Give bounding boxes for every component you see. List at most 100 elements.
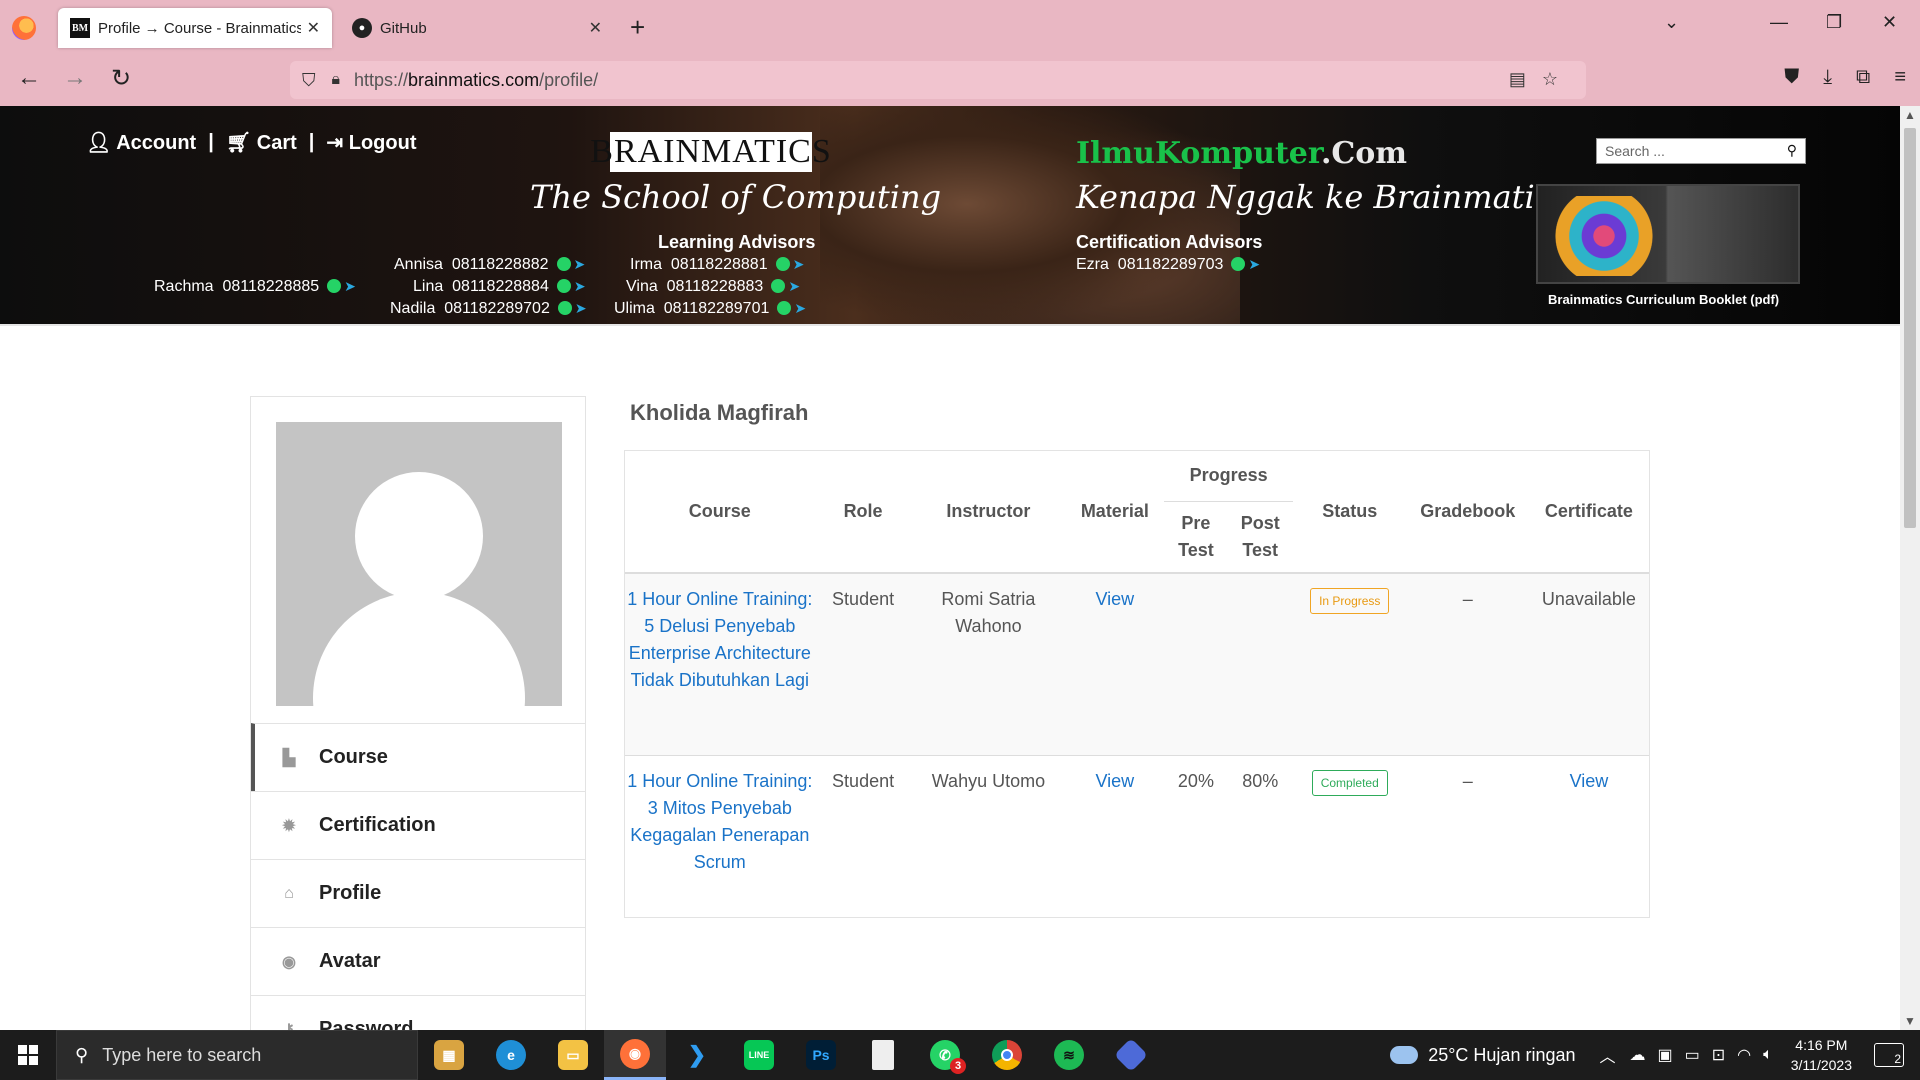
- header-gradebook: Gradebook: [1420, 501, 1516, 521]
- address-bar[interactable]: ⛉ 🔒︎ https://brainmatics.com/profile/ ▤☆: [290, 61, 1586, 99]
- document-icon[interactable]: [852, 1030, 914, 1080]
- reader-bookmark-icons[interactable]: ▤☆: [1509, 69, 1574, 90]
- task-view-icon[interactable]: ▦: [418, 1030, 480, 1080]
- whatsapp-icon: [1231, 257, 1246, 271]
- extensions-icon[interactable]: ⧉: [1856, 66, 1870, 89]
- whatsapp-icon: [771, 279, 786, 293]
- firefox-icon[interactable]: [12, 16, 36, 40]
- whatsapp-icon: [556, 279, 571, 293]
- line-icon[interactable]: LINE: [728, 1030, 790, 1080]
- vscode-icon[interactable]: ❯: [666, 1030, 728, 1080]
- book-icon: ▙: [282, 749, 296, 767]
- minimize-icon[interactable]: —: [1770, 12, 1788, 33]
- sidebar-item-course[interactable]: ▙ Course: [251, 723, 585, 791]
- advisor-ulima[interactable]: Ulima 081182289701 ➤: [614, 300, 806, 318]
- menu-icon[interactable]: ≡: [1894, 66, 1906, 89]
- scroll-up-icon[interactable]: ▲: [1904, 108, 1916, 122]
- tray-chevron-icon[interactable]: ︿: [1600, 1043, 1616, 1067]
- advisor-lina[interactable]: Lina 08118228884 ➤: [413, 278, 586, 296]
- whatsapp-badge: 3: [950, 1058, 966, 1074]
- cart-link[interactable]: 🛒︎ Cart: [226, 130, 297, 155]
- telegram-icon: ➤: [792, 256, 805, 272]
- app-launcher-icon[interactable]: [1100, 1030, 1162, 1080]
- sidebar-item-certification[interactable]: ✹ Certification: [251, 791, 585, 859]
- sidebar-item-password[interactable]: ⚷ Password: [251, 995, 585, 1030]
- forward-icon[interactable]: →: [60, 64, 90, 92]
- browser-chrome: BM Profile → Course - Brainmatics ✕ ● Gi…: [0, 0, 1920, 106]
- booklet-label[interactable]: Brainmatics Curriculum Booklet (pdf): [1548, 292, 1779, 307]
- curriculum-booklet-image[interactable]: [1536, 184, 1800, 284]
- restore-icon[interactable]: ❐: [1826, 12, 1842, 33]
- close-window-icon[interactable]: ✕: [1882, 12, 1897, 33]
- reload-icon[interactable]: ↻: [106, 64, 136, 93]
- course-link[interactable]: 1 Hour Online Training: 3 Mitos Penyebab…: [627, 771, 812, 872]
- sidebar-item-profile[interactable]: ⌂ Profile: [251, 859, 585, 927]
- edge-icon[interactable]: e: [480, 1030, 542, 1080]
- close-tab-icon[interactable]: ✕: [589, 18, 602, 38]
- whatsapp-icon: [557, 301, 572, 315]
- whatsapp-taskbar-icon[interactable]: ✆ 3: [914, 1030, 976, 1080]
- spotify-icon[interactable]: ≋: [1038, 1030, 1100, 1080]
- camera-icon[interactable]: ▣: [1658, 1045, 1673, 1065]
- telegram-icon: ➤: [794, 300, 807, 316]
- tab-profile-course[interactable]: BM Profile → Course - Brainmatics ✕: [58, 8, 332, 48]
- back-icon[interactable]: ←: [14, 64, 44, 92]
- url-text[interactable]: https://brainmatics.com/profile/: [354, 70, 598, 91]
- wifi-icon[interactable]: ◠: [1737, 1045, 1751, 1065]
- advisor-ezra[interactable]: Ezra 081182289703 ➤: [1076, 256, 1260, 274]
- tracking-shield-icon[interactable]: ⛉: [302, 70, 316, 91]
- volume-icon[interactable]: 🔈︎: [1763, 1046, 1773, 1064]
- instructor-cell: Romi Satria Wahono: [941, 589, 1036, 636]
- ilmukomputer-logo[interactable]: IlmuKomputer.Com: [1076, 136, 1407, 171]
- chrome-icon[interactable]: [976, 1030, 1038, 1080]
- logout-link[interactable]: ⇥ Logout: [326, 130, 416, 155]
- advisor-rachma[interactable]: Rachma 08118228885 ➤: [154, 278, 356, 296]
- profile-sidebar: ▙ Course ✹ Certification ⌂ Profile ◉ Avatar …: [250, 396, 586, 1030]
- advisor-annisa[interactable]: Annisa 08118228882 ➤: [394, 256, 585, 274]
- advisor-nadila[interactable]: Nadila 081182289702 ➤: [390, 300, 587, 318]
- weather-widget[interactable]: 25°C Hujan ringan: [1390, 1045, 1576, 1066]
- photoshop-icon[interactable]: Ps: [790, 1030, 852, 1080]
- lock-icon[interactable]: 🔒︎: [332, 71, 341, 89]
- display-icon[interactable]: ⊡: [1712, 1045, 1725, 1065]
- close-tab-icon[interactable]: ✕: [307, 18, 320, 38]
- battery-icon[interactable]: ▭: [1685, 1045, 1700, 1065]
- account-link[interactable]: 👤︎ Account: [86, 130, 196, 155]
- onedrive-icon[interactable]: ☁: [1630, 1045, 1646, 1065]
- advisor-irma[interactable]: Irma 08118228881 ➤: [630, 256, 804, 274]
- notification-icon[interactable]: 2: [1874, 1043, 1904, 1067]
- pocket-icon[interactable]: ⛊: [1784, 66, 1799, 89]
- brainmatics-logo[interactable]: BRAINMATICS: [590, 132, 831, 172]
- clock[interactable]: 4:16 PM 3/11/2023: [1791, 1035, 1852, 1075]
- page-scrollbar[interactable]: ▲ ▼: [1900, 106, 1920, 1030]
- cloud-rain-icon: [1390, 1046, 1419, 1064]
- advisor-vina[interactable]: Vina 08118228883 ➤: [626, 278, 800, 296]
- taskbar-search-input[interactable]: ⚲ Type here to search: [56, 1030, 418, 1080]
- scroll-down-icon[interactable]: ▼: [1904, 1014, 1916, 1028]
- download-icon[interactable]: ⤓: [1823, 66, 1832, 89]
- list-tabs-chevron-icon[interactable]: ⌄: [1664, 12, 1679, 33]
- whatsapp-icon: [556, 257, 571, 271]
- nav-separator: |: [308, 131, 315, 153]
- tab-title: GitHub: [380, 19, 427, 37]
- search-icon[interactable]: ⚲: [1787, 142, 1797, 159]
- new-tab-icon[interactable]: +: [630, 12, 645, 43]
- instructor-cell: Wahyu Utomo: [931, 770, 1046, 791]
- tab-title: Profile → Course - Brainmatics: [98, 19, 301, 37]
- tab-bar: BM Profile → Course - Brainmatics ✕ ● Gi…: [0, 0, 1920, 54]
- header-post-test: Post Test: [1240, 512, 1280, 560]
- material-view-link[interactable]: View: [1095, 589, 1134, 609]
- course-link[interactable]: 1 Hour Online Training: 5 Delusi Penyeba…: [627, 589, 812, 690]
- scrollbar-thumb[interactable]: [1904, 128, 1916, 528]
- file-explorer-icon[interactable]: ▭: [542, 1030, 604, 1080]
- firefox-taskbar-icon[interactable]: ◉: [604, 1030, 666, 1080]
- page: 👤︎ Account | 🛒︎ Cart | ⇥ Logout BRAINMAT…: [0, 106, 1900, 1030]
- start-button[interactable]: [0, 1030, 56, 1080]
- header-material: Material: [1080, 501, 1149, 521]
- top-nav: 👤︎ Account | 🛒︎ Cart | ⇥ Logout: [86, 130, 416, 155]
- site-search-input[interactable]: Search ... ⚲: [1596, 138, 1806, 164]
- tab-github[interactable]: ● GitHub ✕: [340, 8, 614, 48]
- material-view-link[interactable]: View: [1095, 771, 1134, 791]
- certificate-view-link[interactable]: View: [1570, 771, 1609, 791]
- sidebar-item-avatar[interactable]: ◉ Avatar: [251, 927, 585, 995]
